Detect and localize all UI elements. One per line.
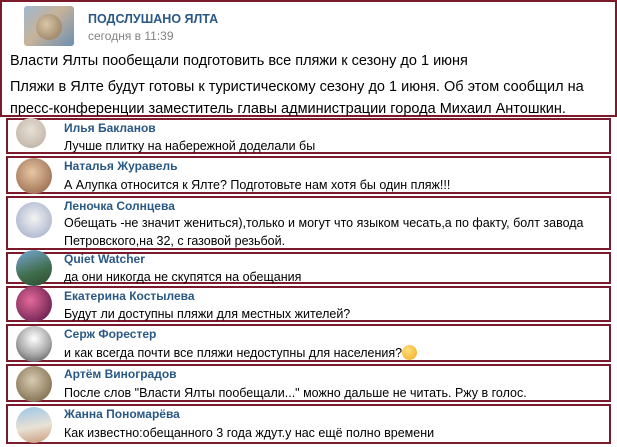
comment-author[interactable]: Quiet Watcher xyxy=(64,252,145,266)
comment: Наталья Журавель А Алупка относится к Ял… xyxy=(6,156,611,194)
avatar[interactable] xyxy=(16,158,52,194)
comment-text-body: и как всегда почти все пляжи недоступны … xyxy=(64,346,403,360)
post-body: Пляжи в Ялте будут готовы к туристическо… xyxy=(10,79,584,117)
post-headline: Власти Ялты пообещали подготовить все пл… xyxy=(10,53,468,69)
comment-text: и как всегда почти все пляжи недоступны … xyxy=(64,344,604,362)
post-card: ПОДСЛУШАНО ЯЛТА сегодня в 11:39 Власти Я… xyxy=(0,0,617,117)
comment-author[interactable]: Артём Виноградов xyxy=(64,367,177,381)
comment: Екатерина Костылева Будут ли доступны пл… xyxy=(6,286,611,322)
avatar[interactable] xyxy=(16,286,52,322)
comment-author[interactable]: Серж Форестер xyxy=(64,327,156,341)
comment-author[interactable]: Екатерина Костылева xyxy=(64,289,195,303)
avatar[interactable] xyxy=(16,118,46,148)
comment-text: Лучше плитку на набережной доделали бы xyxy=(64,139,316,153)
comment: Леночка Солнцева Обещать -не значит жени… xyxy=(6,196,611,250)
comment-text: да они никогда не скупятся на обещания xyxy=(64,270,302,284)
comment: Илья Бакланов Лучше плитку на набережной… xyxy=(6,118,611,154)
comment-text: Обещать -не значит жениться),только и мо… xyxy=(64,216,584,248)
avatar[interactable] xyxy=(16,326,52,362)
comment-text: После слов "Власти Ялты пообещали..." мо… xyxy=(64,386,527,400)
comment-author[interactable]: Леночка Солнцева xyxy=(64,199,175,213)
post-author[interactable]: ПОДСЛУШАНО ЯЛТА xyxy=(88,12,218,26)
post-time[interactable]: сегодня в 11:39 xyxy=(88,29,174,43)
comment-author[interactable]: Жанна Пономарёва xyxy=(64,407,180,421)
comment-text: Как известно:обещанного 3 года ждут.у на… xyxy=(64,426,435,440)
comment-author[interactable]: Илья Бакланов xyxy=(64,121,156,135)
rofl-emoji-icon xyxy=(402,345,418,360)
community-avatar[interactable] xyxy=(24,6,74,46)
comment-text: Будут ли доступны пляжи для местных жите… xyxy=(64,307,351,321)
avatar[interactable] xyxy=(16,202,52,238)
avatar[interactable] xyxy=(16,407,52,443)
comment: Серж Форестер и как всегда почти все пля… xyxy=(6,324,611,362)
avatar[interactable] xyxy=(16,366,52,402)
avatar[interactable] xyxy=(16,250,52,286)
comment-author[interactable]: Наталья Журавель xyxy=(64,159,177,173)
comment: Артём Виноградов После слов "Власти Ялты… xyxy=(6,364,611,402)
comment: Quiet Watcher да они никогда не скупятся… xyxy=(6,250,611,286)
comment: Жанна Пономарёва Как известно:обещанного… xyxy=(6,404,611,444)
comment-text: А Алупка относится к Ялте? Подготовьте н… xyxy=(64,178,451,192)
